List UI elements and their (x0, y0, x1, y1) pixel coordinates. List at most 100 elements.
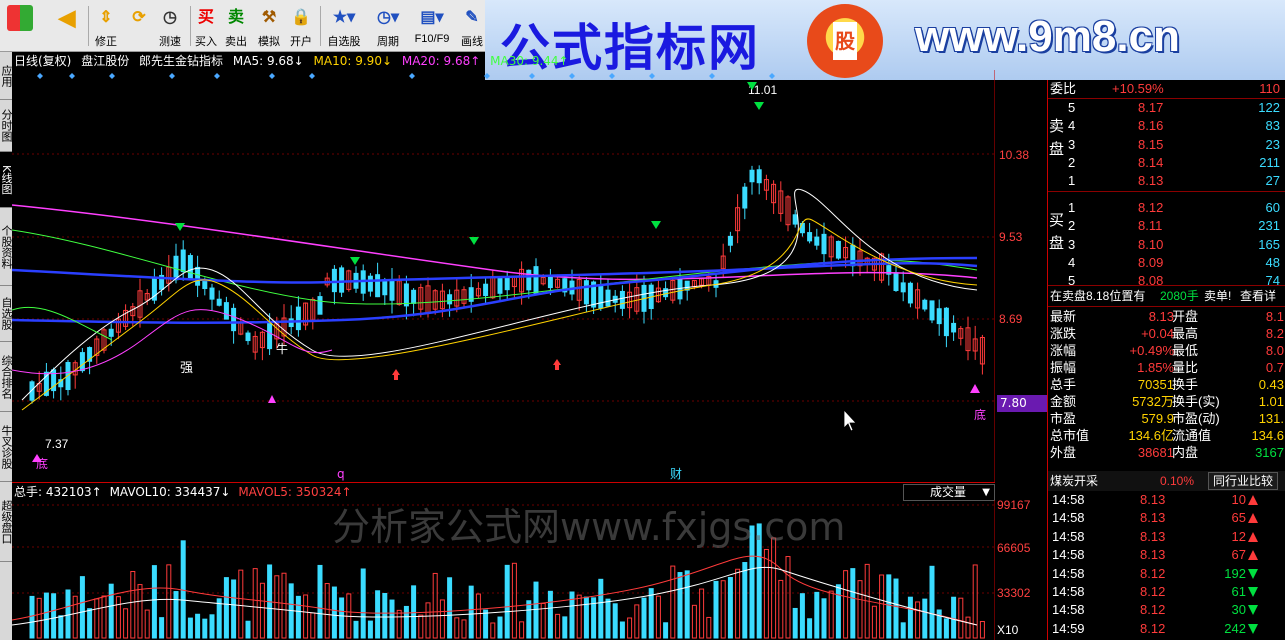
quote-row: 总市值 134.6亿 流通值 134.6 (1048, 427, 1285, 445)
tab-diagnosis[interactable]: 牛叉诊股 (0, 412, 12, 482)
volume-bar (324, 583, 330, 639)
volume-bar (576, 594, 582, 639)
tab-ranking[interactable]: 综合排名 (0, 342, 12, 412)
candle (619, 290, 625, 309)
volume-unit: X10 (997, 623, 1019, 637)
quote-row: 振幅 1.85% 量比 0.7 (1048, 359, 1285, 377)
volume-bar (461, 619, 467, 639)
ask-row: 2 8.14 211 (1048, 154, 1285, 172)
candle (929, 300, 935, 321)
left-tab-bar: 应用 分时图 K线图 个股资料 自选股 综合排名 牛叉诊股 超级盘口 (0, 52, 12, 640)
candle (79, 352, 85, 372)
volume-chart[interactable]: 分析家公式网www.fxjgs.com (12, 500, 995, 640)
candle (382, 280, 388, 296)
up-arrow-icon (1248, 550, 1258, 561)
kline-chart[interactable]: 11.01 7.37 强 牛 底 底 q 财 (12, 70, 995, 482)
quote-label: 金额 (1050, 394, 1077, 409)
quote-value: 8.1 (1265, 309, 1284, 324)
up-arrow-icon (1248, 513, 1258, 524)
indicator-selector[interactable]: 成交量 ▼ (903, 484, 995, 501)
grid-button[interactable] (4, 2, 36, 50)
fix-label: 修正 (95, 36, 117, 48)
tick-volume: 67 (1231, 547, 1246, 563)
candle (835, 240, 841, 259)
volume-bar (108, 583, 114, 639)
watchlist-button[interactable]: ★▾ 自选股 (322, 2, 366, 50)
volume-bar (403, 605, 409, 639)
buy-triangle-icon (268, 395, 276, 403)
fix-button[interactable]: ⇕ 修正 (90, 2, 122, 50)
volume-bar (857, 580, 863, 639)
candle (331, 268, 337, 293)
tab-super-orderbook[interactable]: 超级盘口 (0, 482, 12, 562)
tick-price: 8.13 (1140, 492, 1166, 507)
bid-volume: 231 (1258, 218, 1280, 234)
bid-volume: 60 (1265, 200, 1280, 215)
candle (850, 244, 856, 267)
up-arrow-icon (1248, 531, 1258, 542)
tick-time: 14:58 (1052, 492, 1085, 507)
banner-url: www.9m8.cn (915, 12, 1180, 61)
volume-bar (375, 590, 381, 639)
order-book-panel: 委比 +10.59% 110 卖盘 5 8.17 122 4 8.16 83 3 8.15 23… (1047, 80, 1285, 640)
open-account-button[interactable]: 🔒 开户 (286, 2, 316, 50)
star-list-icon: ★▾ (332, 9, 356, 26)
signal-diamonds (37, 73, 775, 79)
ask-level: 5 (1068, 100, 1076, 115)
volume-bar (929, 565, 935, 639)
candle (547, 275, 553, 289)
tab-intraday[interactable]: 分时图 (0, 100, 12, 152)
watermark-text: 分析家公式网www.fxjgs.com (332, 505, 845, 549)
volume-bar (166, 564, 172, 639)
volume-bar (231, 579, 237, 639)
tab-watchlist[interactable]: 自选股 (0, 286, 12, 342)
hammer-icon: ⚒ (261, 9, 277, 26)
refresh-button[interactable]: ⟳ (124, 2, 154, 50)
candle (223, 302, 229, 320)
tick-time: 14:58 (1052, 602, 1085, 618)
volume-bar (965, 616, 971, 639)
f10-button[interactable]: ▤▾ F10/F9 (410, 2, 454, 50)
quote-value: 70351 (1137, 377, 1174, 392)
f10-icon: ▤▾ (420, 9, 444, 26)
volume-bar (144, 609, 150, 639)
signal-diamond-icon (609, 73, 615, 79)
draw-button[interactable]: ✎ 画线 (458, 2, 486, 50)
volume-bar (720, 580, 726, 639)
sell-button[interactable]: 卖 卖出 (222, 2, 250, 50)
buy-button[interactable]: 买 买入 (192, 2, 220, 50)
pending-link[interactable]: 查看详 (1240, 287, 1276, 305)
simulate-button[interactable]: ⚒ 模拟 (254, 2, 284, 50)
signal-diamond-icon (214, 73, 220, 79)
down-arrow-icon (1248, 605, 1258, 616)
volume-bar (209, 614, 215, 639)
period-button[interactable]: ◷▾ 周期 (368, 2, 408, 50)
bid-volume: 165 (1258, 236, 1280, 252)
volume-axis: 99167 66605 33302 X10 (995, 495, 1047, 640)
quote-label: 最高 (1172, 326, 1199, 341)
tick-price: 8.13 (1140, 510, 1166, 526)
candle (447, 294, 453, 305)
candle (339, 267, 345, 293)
volume-bar (101, 595, 107, 639)
tab-kline[interactable]: K线图 (0, 152, 12, 208)
volume-bar (195, 613, 201, 639)
volume-bar (310, 612, 316, 639)
up-down-arrow-icon: ⇕ (99, 9, 113, 26)
ask-price: 8.13 (1138, 173, 1164, 189)
quote-row: 涨幅 +0.49% 最低 8.0 (1048, 342, 1285, 360)
back-arrow-icon: ◀ (58, 5, 76, 30)
wei-cha-value: 110 (1259, 81, 1280, 96)
price-axis-label: 9.53 (999, 230, 1023, 244)
speed-test-button[interactable]: ◷ 测速 (154, 2, 186, 50)
tick-price: 8.13 (1140, 547, 1166, 563)
tick-row: 14:58 8.12 30 (1048, 601, 1285, 619)
tab-apps[interactable]: 应用 (0, 52, 12, 100)
compare-industry-button[interactable]: 同行业比较 (1208, 472, 1279, 490)
volume-bar (799, 593, 805, 639)
tab-stock-info[interactable]: 个股资料 (0, 208, 12, 286)
volume-bar (915, 601, 921, 639)
back-button[interactable]: ◀ (50, 2, 84, 50)
tick-volume: 10 (1231, 492, 1246, 507)
volume-bar (180, 540, 186, 639)
